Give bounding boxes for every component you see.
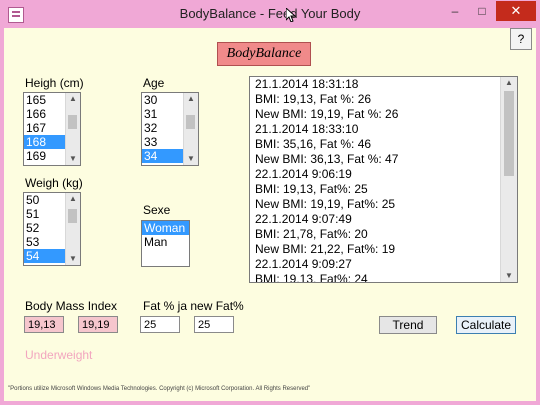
- history-line: 22.1.2014 9:09:27: [255, 257, 352, 271]
- height-label: Heigh (cm): [25, 76, 84, 90]
- history-textarea[interactable]: 21.1.2014 18:31:18 BMI: 19,13, Fat %: 26 N…: [249, 76, 518, 283]
- age-label: Age: [143, 76, 165, 90]
- new-fat-field[interactable]: 25: [194, 316, 234, 333]
- scroll-up-icon[interactable]: ▲: [66, 93, 80, 105]
- new-bmi-field[interactable]: 19,19: [78, 316, 118, 333]
- fat-label: Fat % ja new Fat%: [143, 299, 244, 313]
- sex-option[interactable]: Man: [142, 235, 189, 249]
- scroll-up-icon[interactable]: ▲: [66, 193, 80, 205]
- bmi-field[interactable]: 19,13: [24, 316, 64, 333]
- scroll-down-icon[interactable]: ▼: [66, 253, 80, 265]
- scroll-down-icon[interactable]: ▼: [66, 153, 80, 165]
- history-line: BMI: 19,13, Fat%: 25: [255, 182, 368, 196]
- history-line: BMI: 19,13, Fat %: 26: [255, 92, 372, 106]
- minimize-button[interactable]: –: [442, 1, 468, 21]
- bmi-label: Body Mass Index: [25, 299, 118, 313]
- trend-button[interactable]: Trend: [379, 316, 437, 334]
- sex-items: Woman Man: [142, 221, 189, 249]
- calculate-button[interactable]: Calculate: [456, 316, 516, 334]
- title-bar: BodyBalance - Feed Your Body – □ ✕: [0, 0, 540, 28]
- history-line: New BMI: 21,22, Fat%: 19: [255, 242, 396, 256]
- scroll-up-icon[interactable]: ▲: [184, 93, 198, 105]
- scroll-down-icon[interactable]: ▼: [184, 153, 198, 165]
- close-button[interactable]: ✕: [496, 1, 536, 21]
- history-line: New BMI: 19,19, Fat%: 25: [255, 197, 396, 211]
- scroll-down-icon[interactable]: ▼: [501, 270, 517, 282]
- age-listbox[interactable]: 30 31 32 33 34 ▲ ▼: [141, 92, 199, 166]
- history-line: 22.1.2014 9:06:19: [255, 167, 352, 181]
- scroll-thumb[interactable]: [68, 209, 77, 223]
- sex-listbox[interactable]: Woman Man: [141, 220, 190, 267]
- scroll-thumb[interactable]: [186, 115, 195, 129]
- history-line: BMI: 21,78, Fat%: 20: [255, 227, 368, 241]
- sex-label: Sexe: [143, 203, 171, 217]
- scroll-thumb[interactable]: [504, 91, 514, 176]
- history-line: New BMI: 36,13, Fat %: 47: [255, 152, 399, 166]
- footer-notice: "Portions utilize Microsoft Windows Medi…: [8, 386, 311, 392]
- history-line: BMI: 19,13, Fat%: 24: [255, 272, 368, 283]
- fat-field[interactable]: 25: [140, 316, 180, 333]
- sex-option[interactable]: Woman: [142, 221, 189, 235]
- weight-label: Weigh (kg): [25, 176, 83, 190]
- maximize-button[interactable]: □: [469, 1, 495, 21]
- scroll-thumb[interactable]: [68, 115, 77, 129]
- age-scrollbar[interactable]: ▲ ▼: [183, 93, 198, 165]
- history-line: BMI: 35,16, Fat %: 46: [255, 137, 372, 151]
- logo-label: BodyBalance: [217, 42, 311, 66]
- weight-scrollbar[interactable]: ▲ ▼: [65, 193, 80, 265]
- history-lines: 21.1.2014 18:31:18 BMI: 19,13, Fat %: 26 N…: [250, 77, 517, 283]
- history-line: 21.1.2014 18:33:10: [255, 122, 359, 136]
- history-line: New BMI: 19,19, Fat %: 26: [255, 107, 399, 121]
- height-listbox[interactable]: 165 166 167 168 169 ▲ ▼: [23, 92, 81, 166]
- history-line: 21.1.2014 18:31:18: [255, 77, 359, 91]
- height-scrollbar[interactable]: ▲ ▼: [65, 93, 80, 165]
- history-scrollbar[interactable]: ▲ ▼: [500, 77, 517, 282]
- weight-listbox[interactable]: 50 51 52 53 54 ▲ ▼: [23, 192, 81, 266]
- help-button[interactable]: ?: [510, 28, 532, 50]
- scroll-up-icon[interactable]: ▲: [501, 77, 517, 89]
- history-line: 22.1.2014 9:07:49: [255, 212, 352, 226]
- mouse-cursor-icon: [286, 8, 296, 22]
- status-label: Underweight: [25, 348, 93, 362]
